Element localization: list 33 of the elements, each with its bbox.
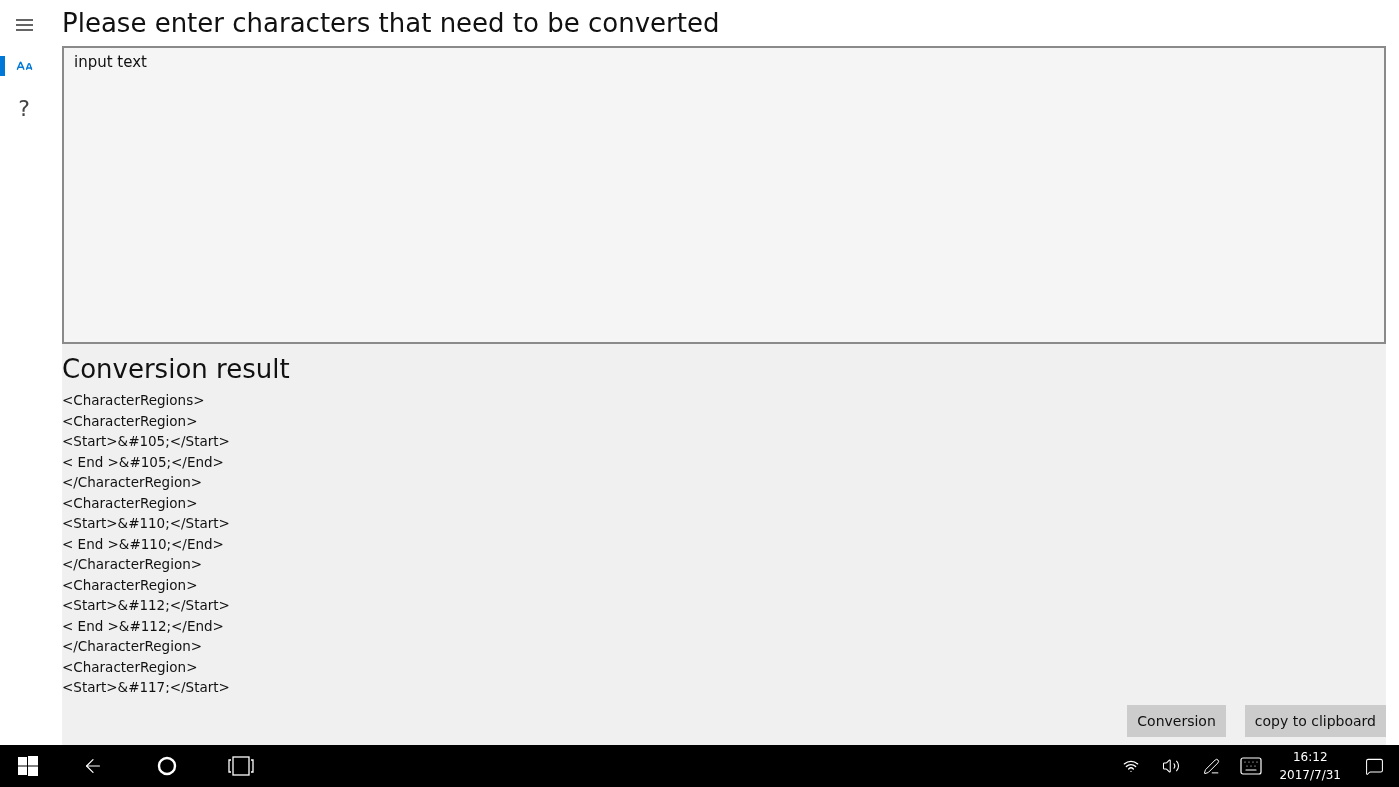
result-line: < End >&#105;</End> — [62, 452, 225, 472]
result-line: <Start>&#117;</Start> — [62, 678, 231, 693]
clock-date: 2017/7/31 — [1279, 767, 1341, 784]
result-line: < End >&#112;</End> — [62, 616, 225, 636]
result-line: <CharacterRegions> — [62, 391, 206, 410]
result-line: </CharacterRegion> — [62, 473, 204, 492]
result-line: <Start>&#110;</Start> — [62, 514, 231, 533]
input-heading: Please enter characters that need to be converted — [62, 7, 721, 40]
clock[interactable]: 16:12 2017/7/31 — [1271, 748, 1349, 784]
result-line: <CharacterRegion> — [62, 493, 199, 513]
clock-time: 16:12 — [1292, 749, 1328, 766]
help-nav-item[interactable]: ? — [0, 90, 48, 126]
pen-icon — [1202, 757, 1220, 775]
action-button[interactable]: copy to clipboard — [1244, 705, 1386, 737]
result-line: <CharacterRegion> — [62, 575, 199, 595]
task-view-icon — [228, 756, 254, 776]
circle-icon — [157, 756, 177, 776]
result-line: </CharacterRegion> — [62, 637, 204, 656]
result-line: <CharacterRegion> — [62, 657, 199, 677]
result-line: < End >&#110;</End> — [62, 534, 225, 554]
result-heading: Conversion result — [62, 353, 291, 386]
windows-logo-icon — [18, 756, 38, 776]
keyboard-icon — [1239, 754, 1264, 778]
notification-icon — [1364, 756, 1384, 776]
action-button[interactable]: Conversion — [1127, 705, 1226, 737]
input-field[interactable]: input text — [62, 46, 1386, 344]
wifi-icon — [1123, 758, 1140, 774]
result-line: <CharacterRegion> — [62, 411, 199, 431]
menu-icon — [15, 19, 33, 31]
speaker-icon — [1162, 757, 1181, 775]
result-line: <Start>&#105;</Start> — [62, 432, 231, 451]
result-line: <Start>&#112;</Start> — [62, 596, 231, 615]
result-line: </CharacterRegion> — [62, 555, 204, 574]
